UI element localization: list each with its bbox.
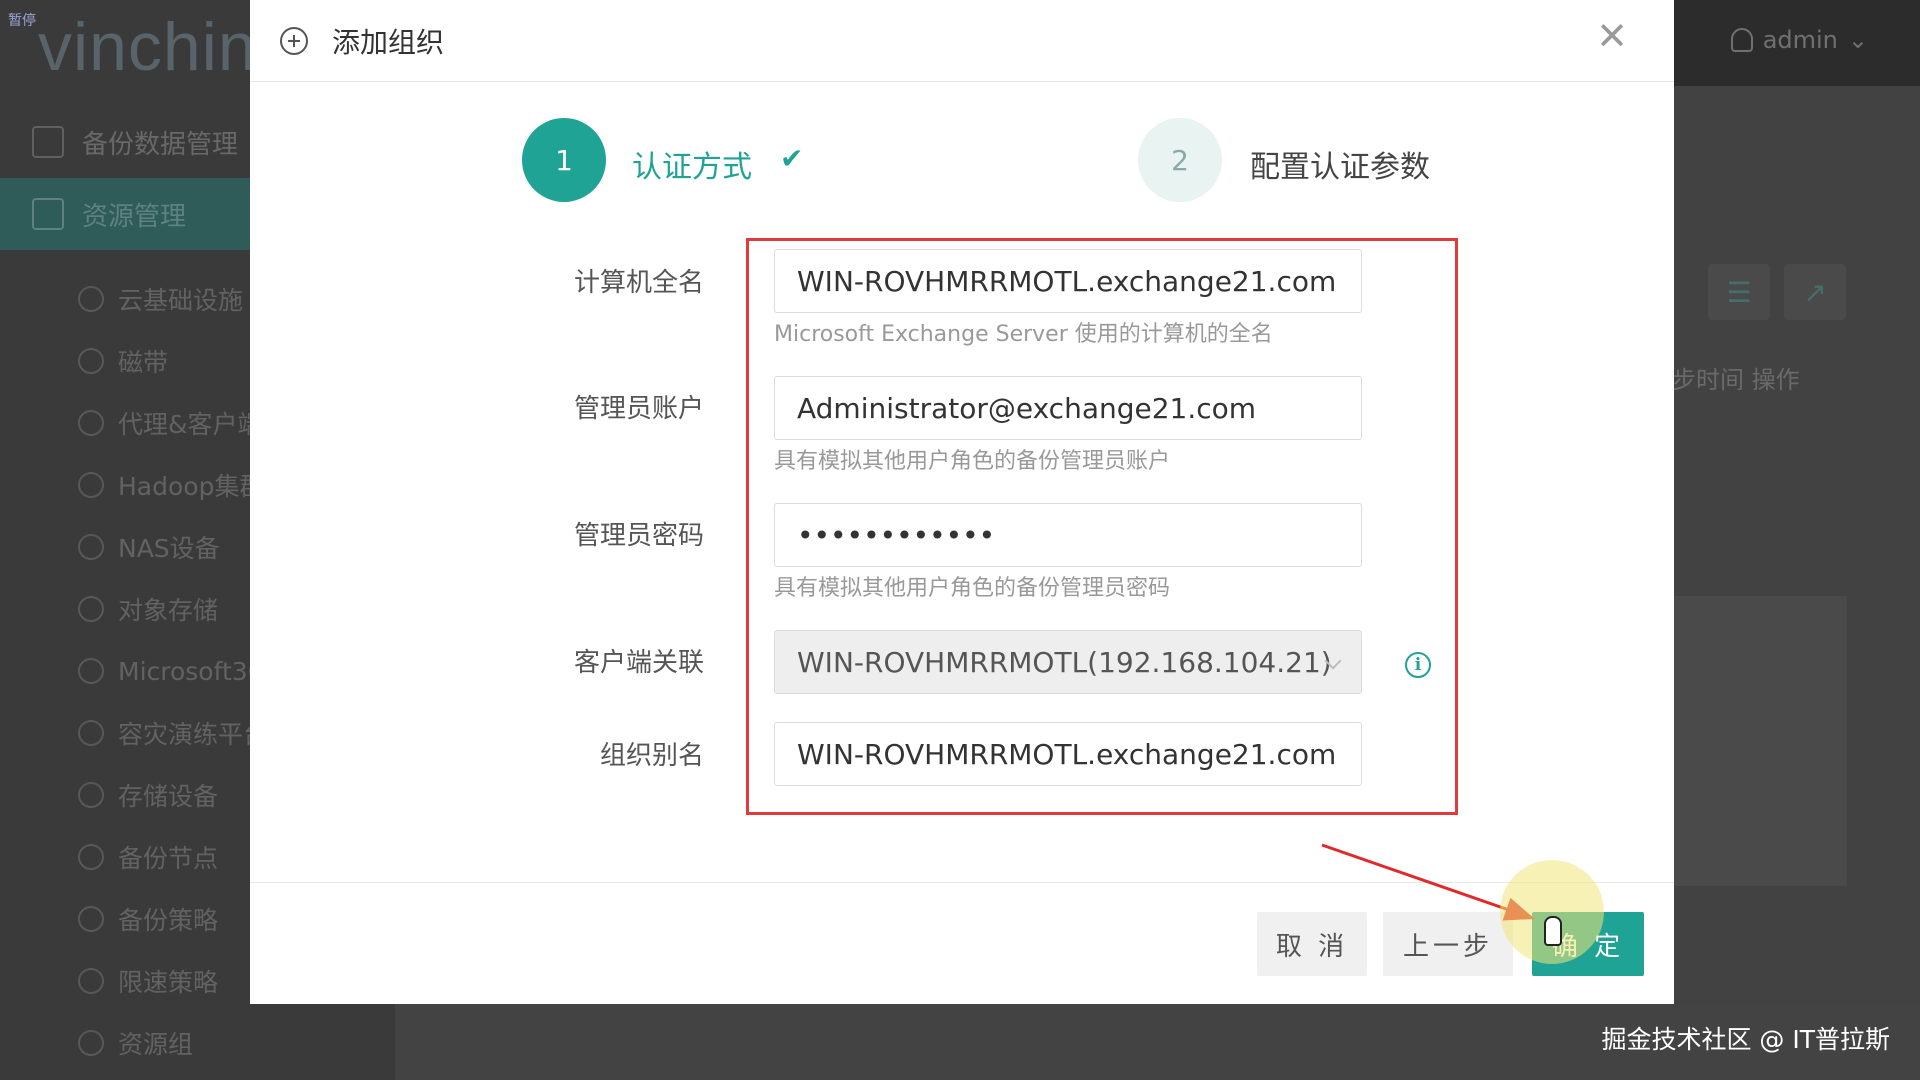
microsoft-icon xyxy=(78,658,104,684)
resource-group-icon xyxy=(78,1030,104,1056)
admin-password-label: 管理员密码 xyxy=(573,521,704,551)
sidebar-subitem-label: 容灾演练平台 xyxy=(118,720,269,749)
computer-name-input[interactable]: WIN-ROVHMRRMOTL.exchange21.com xyxy=(774,249,1362,313)
sidebar-subitem-label: 资源组 xyxy=(118,1030,194,1059)
admin-account-hint: 具有模拟其他用户角色的备份管理员账户 xyxy=(774,449,1171,474)
client-link-select[interactable]: WIN-ROVHMRRMOTL(192.168.104.21) xyxy=(774,630,1362,694)
step-1-circle: 1 xyxy=(522,118,606,202)
sidebar-item-label: 资源管理 xyxy=(82,201,187,232)
sidebar-subitem-label: 存储设备 xyxy=(118,782,219,811)
admin-account-label: 管理员账户 xyxy=(573,394,704,424)
cancel-button[interactable]: 取 消 xyxy=(1257,912,1367,976)
admin-password-input[interactable]: •••••••••••• xyxy=(774,503,1362,567)
storage-device-icon xyxy=(78,782,104,808)
user-menu[interactable]: admin ⌄ xyxy=(1730,26,1868,54)
list-view-button[interactable]: ☰ xyxy=(1708,264,1770,320)
add-organization-dialog: 添加组织 ✕ 1 认证方式 ✔ 2 配置认证参数 计算机全名 WIN-ROVHM… xyxy=(250,0,1674,1004)
backup-policy-icon xyxy=(78,906,104,932)
background-panel xyxy=(1672,596,1847,886)
hadoop-icon xyxy=(78,472,104,498)
sidebar-subitem-label: 代理&客户端 xyxy=(118,410,263,439)
org-alias-input[interactable]: WIN-ROVHMRRMOTL.exchange21.com xyxy=(774,722,1362,786)
step-2-label: 配置认证参数 xyxy=(1250,150,1430,185)
pause-badge: 暂停 xyxy=(8,13,36,29)
list-icon: ☰ xyxy=(1726,275,1752,309)
client-link-label: 客户端关联 xyxy=(573,648,704,678)
sidebar-item-label: 备份数据管理 xyxy=(82,129,239,160)
cloud-infra-icon xyxy=(78,286,104,312)
table-column-header: 步时间 操作 xyxy=(1672,366,1800,394)
user-name: admin xyxy=(1762,26,1838,54)
sidebar-subitem-resource-group[interactable]: 资源组 xyxy=(0,1016,395,1070)
sidebar-subitem-label: Hadoop集群 xyxy=(118,472,265,501)
sidebar-subitem-label: 云基础设施 xyxy=(118,286,244,315)
computer-name-hint: Microsoft Exchange Server 使用的计算机的全名 xyxy=(774,322,1273,347)
computer-name-label: 计算机全名 xyxy=(573,268,704,298)
sidebar-subitem-label: 备份策略 xyxy=(118,906,219,935)
dialog-title: 添加组织 xyxy=(332,25,445,59)
dr-drill-icon xyxy=(78,720,104,746)
hand-cursor-icon xyxy=(1544,916,1562,946)
org-alias-label: 组织别名 xyxy=(599,741,704,771)
check-icon: ✔ xyxy=(780,142,804,175)
sidebar-subitem-label: 限速策略 xyxy=(118,968,219,997)
add-circle-icon xyxy=(280,26,308,55)
dialog-header: 添加组织 ✕ xyxy=(250,0,1674,82)
watermark: 掘金技术社区 @ IT普拉斯 xyxy=(1601,1025,1890,1054)
previous-step-button[interactable]: 上一步 xyxy=(1383,912,1513,976)
speed-limit-icon xyxy=(78,968,104,994)
sidebar-subitem-label: NAS设备 xyxy=(118,534,220,563)
sidebar-subitem-label: 备份节点 xyxy=(118,844,219,873)
app-logo: vinchin xyxy=(38,9,257,85)
resources-grid-icon xyxy=(32,198,64,230)
admin-password-hint: 具有模拟其他用户角色的备份管理员密码 xyxy=(774,576,1171,601)
user-icon xyxy=(1730,28,1753,52)
nas-icon xyxy=(78,534,104,560)
admin-account-input[interactable]: Administrator@exchange21.com xyxy=(774,376,1362,440)
backup-node-icon xyxy=(78,844,104,870)
step-1-label: 认证方式 xyxy=(632,150,752,185)
cursor-highlight xyxy=(1500,860,1604,964)
info-icon[interactable]: i xyxy=(1405,652,1431,678)
step-2-circle: 2 xyxy=(1138,118,1222,202)
sidebar-subitem-label: 对象存储 xyxy=(118,596,219,625)
close-icon[interactable]: ✕ xyxy=(1596,14,1628,58)
agent-client-icon xyxy=(78,410,104,436)
client-link-value: WIN-ROVHMRRMOTL(192.168.104.21) xyxy=(797,645,1332,679)
sidebar-subitem-label: 磁带 xyxy=(118,348,169,377)
tape-icon xyxy=(78,348,104,374)
share-icon: ↗ xyxy=(1803,275,1827,309)
chevron-down-icon: ⌄ xyxy=(1847,26,1868,54)
export-button[interactable]: ↗ xyxy=(1784,264,1846,320)
object-storage-icon xyxy=(78,596,104,622)
backup-data-icon xyxy=(32,126,64,158)
